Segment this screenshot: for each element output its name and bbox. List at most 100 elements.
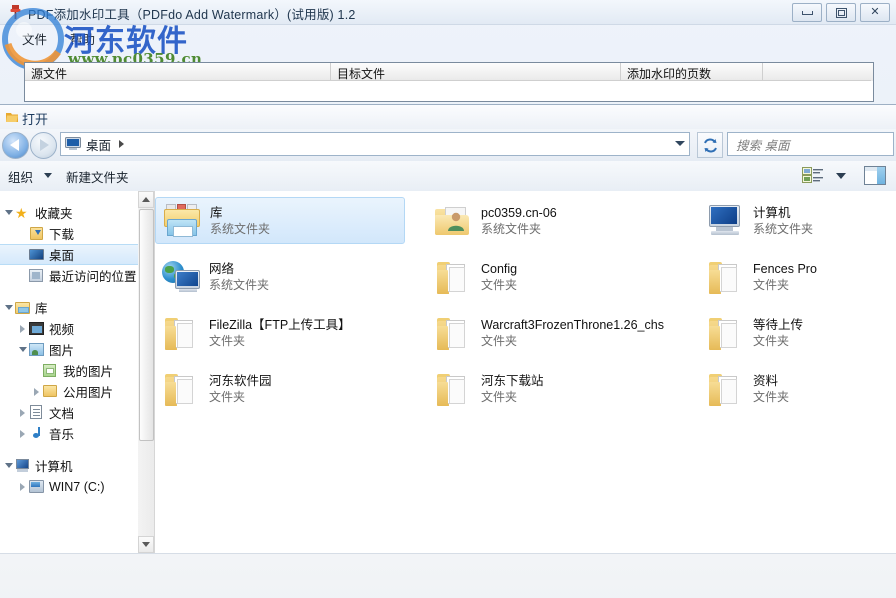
scrollbar-thumb[interactable] — [139, 209, 154, 441]
new-folder-button[interactable]: 新建文件夹 — [66, 167, 129, 186]
maximize-button[interactable] — [826, 3, 856, 22]
sidebar-item-12[interactable]: WIN7 (C:) — [0, 476, 138, 497]
file-type: 文件夹 — [481, 277, 518, 292]
file-item[interactable]: Fences Pro 文件夹 — [699, 253, 896, 300]
my-pictures-icon — [43, 363, 59, 379]
documents-icon — [29, 404, 45, 421]
sidebar-item-5[interactable]: 视频 — [0, 318, 138, 339]
tree-expander[interactable] — [2, 305, 15, 310]
sidebar-item-6[interactable]: 图片 — [0, 339, 138, 360]
sidebar-item-3[interactable]: 最近访问的位置 — [0, 265, 138, 286]
sidebar-item-2[interactable]: 桌面 — [0, 244, 138, 265]
scroll-down-icon[interactable] — [138, 536, 154, 553]
file-item[interactable]: 河东软件园 文件夹 — [155, 365, 405, 412]
refresh-button[interactable] — [697, 132, 723, 158]
file-type: 系统文件夹 — [481, 221, 542, 236]
breadcrumb-separator-icon[interactable] — [119, 140, 125, 148]
search-box[interactable]: 搜索 桌面 — [727, 132, 894, 156]
sidebar-item-8[interactable]: 公用图片 — [0, 381, 138, 402]
menu-item-help[interactable]: 帮助 — [62, 27, 103, 50]
file-type: 文件夹 — [209, 333, 246, 348]
column-header-pages[interactable]: 添加水印的页数 — [621, 63, 763, 81]
pictures-icon — [29, 342, 45, 358]
column-header-target[interactable]: 目标文件 — [331, 63, 621, 81]
scroll-up-icon[interactable] — [138, 191, 154, 208]
file-type: 文件夹 — [481, 333, 518, 348]
forward-button[interactable] — [30, 132, 57, 159]
sidebar-item-label: 图片 — [49, 344, 75, 358]
dialog-footer — [0, 553, 896, 598]
file-item[interactable]: FileZilla【FTP上传工具】 文件夹 — [155, 309, 405, 356]
tree-expander[interactable] — [30, 387, 43, 396]
chevron-down-icon[interactable] — [44, 173, 52, 178]
column-header-filler — [763, 63, 871, 81]
sidebar-item-10[interactable]: 音乐 — [0, 423, 138, 444]
file-item[interactable]: Warcraft3FrozenThrone1.26_chs 文件夹 — [427, 309, 677, 356]
window-controls: ✕ — [792, 3, 890, 22]
file-item[interactable]: 库系统文件夹 — [155, 197, 405, 244]
sidebar-item-4[interactable]: 库 — [0, 297, 138, 318]
sidebar-item-label: WIN7 (C:) — [49, 479, 105, 494]
back-button[interactable] — [2, 132, 29, 159]
file-item[interactable]: 资料 文件夹 — [699, 365, 896, 412]
music-icon — [29, 426, 45, 442]
file-name: Fences Pro — [753, 261, 817, 276]
folder-open-icon — [6, 111, 18, 123]
file-item[interactable]: Config 文件夹 — [427, 253, 677, 300]
file-item[interactable]: 河东下载站 文件夹 — [427, 365, 677, 412]
tree-expander[interactable] — [16, 347, 29, 352]
file-item[interactable]: 计算机 系统文件夹 — [699, 197, 896, 244]
tree-expander[interactable] — [16, 429, 29, 438]
computer-icon — [15, 458, 31, 474]
sidebar-item-11[interactable]: 计算机 — [0, 455, 138, 476]
sidebar-item-7[interactable]: 我的图片 — [0, 360, 138, 381]
file-type: 系统文件夹 — [210, 221, 271, 236]
sidebar-item-label: 下载 — [49, 228, 75, 242]
close-button[interactable]: ✕ — [860, 3, 890, 22]
downloads-icon — [29, 226, 45, 242]
file-name: 网络 — [209, 261, 235, 276]
tree-expander[interactable] — [16, 408, 29, 417]
preview-pane-icon[interactable] — [864, 166, 886, 185]
folder-icon — [431, 313, 475, 353]
menu-item-file[interactable]: 文件 — [14, 27, 55, 50]
breadcrumb-bar[interactable]: 桌面 — [60, 132, 690, 156]
sidebar-item-0[interactable]: ★ 收藏夹 — [0, 202, 138, 223]
tree-expander[interactable] — [2, 463, 15, 468]
sidebar-item-label: 文档 — [49, 407, 75, 421]
sidebar-item-label: 库 — [35, 302, 48, 316]
folder-icon — [431, 257, 475, 297]
file-type: 文件夹 — [209, 389, 246, 404]
sidebar-scrollbar[interactable] — [138, 191, 155, 553]
sidebar-item-9[interactable]: 文档 — [0, 402, 138, 423]
file-name: 计算机 — [753, 205, 791, 220]
file-item[interactable]: 等待上传 文件夹 — [699, 309, 896, 356]
recent-places-icon — [29, 268, 45, 284]
tree-expander[interactable] — [16, 482, 29, 491]
file-item[interactable]: pc0359.cn-06 系统文件夹 — [427, 197, 677, 244]
navigation-bar: 桌面 搜索 桌面 — [0, 129, 896, 161]
tree-expander[interactable] — [16, 324, 29, 333]
breadcrumb-dropdown-icon[interactable] — [675, 141, 685, 146]
dialog-body: ★ 收藏夹 下载 桌面 最近访问的位置库视频 图片 我的图片 公用图片 文档 音乐 计算机 WIN7 … — [0, 191, 896, 553]
file-item[interactable]: 网络 系统文件夹 — [155, 253, 405, 300]
file-name: 河东软件园 — [209, 373, 272, 388]
sidebar-item-1[interactable]: 下载 — [0, 223, 138, 244]
folder-icon — [159, 369, 203, 409]
source-files-panel: 源文件 目标文件 添加水印的页数 — [24, 62, 874, 102]
column-header-source[interactable]: 源文件 — [25, 63, 331, 81]
drive-icon — [29, 479, 45, 495]
breadcrumb-item-desktop[interactable]: 桌面 — [86, 135, 111, 154]
organize-button[interactable]: 组织 — [8, 167, 33, 186]
dialog-title-bar: 打开 — [0, 105, 896, 129]
view-options-dropdown-icon[interactable] — [836, 173, 846, 179]
navigation-sidebar: ★ 收藏夹下载桌面 最近访问的位置库视频图片我的图片 公用图片文档音乐计算机 WIN7 … — [0, 191, 139, 553]
file-name: Warcraft3FrozenThrone1.26_chs — [481, 317, 664, 332]
open-file-dialog: 打开 桌面 搜索 桌面 组织 新建文件夹 ★ 收藏夹 下载 桌面 最近访问的位置… — [0, 104, 896, 598]
folder-icon — [431, 369, 475, 409]
tree-expander[interactable] — [2, 210, 15, 215]
star-icon: ★ — [15, 204, 28, 221]
view-options-icon[interactable] — [802, 166, 824, 185]
minimize-button[interactable] — [792, 3, 822, 22]
file-name: pc0359.cn-06 — [481, 205, 557, 220]
